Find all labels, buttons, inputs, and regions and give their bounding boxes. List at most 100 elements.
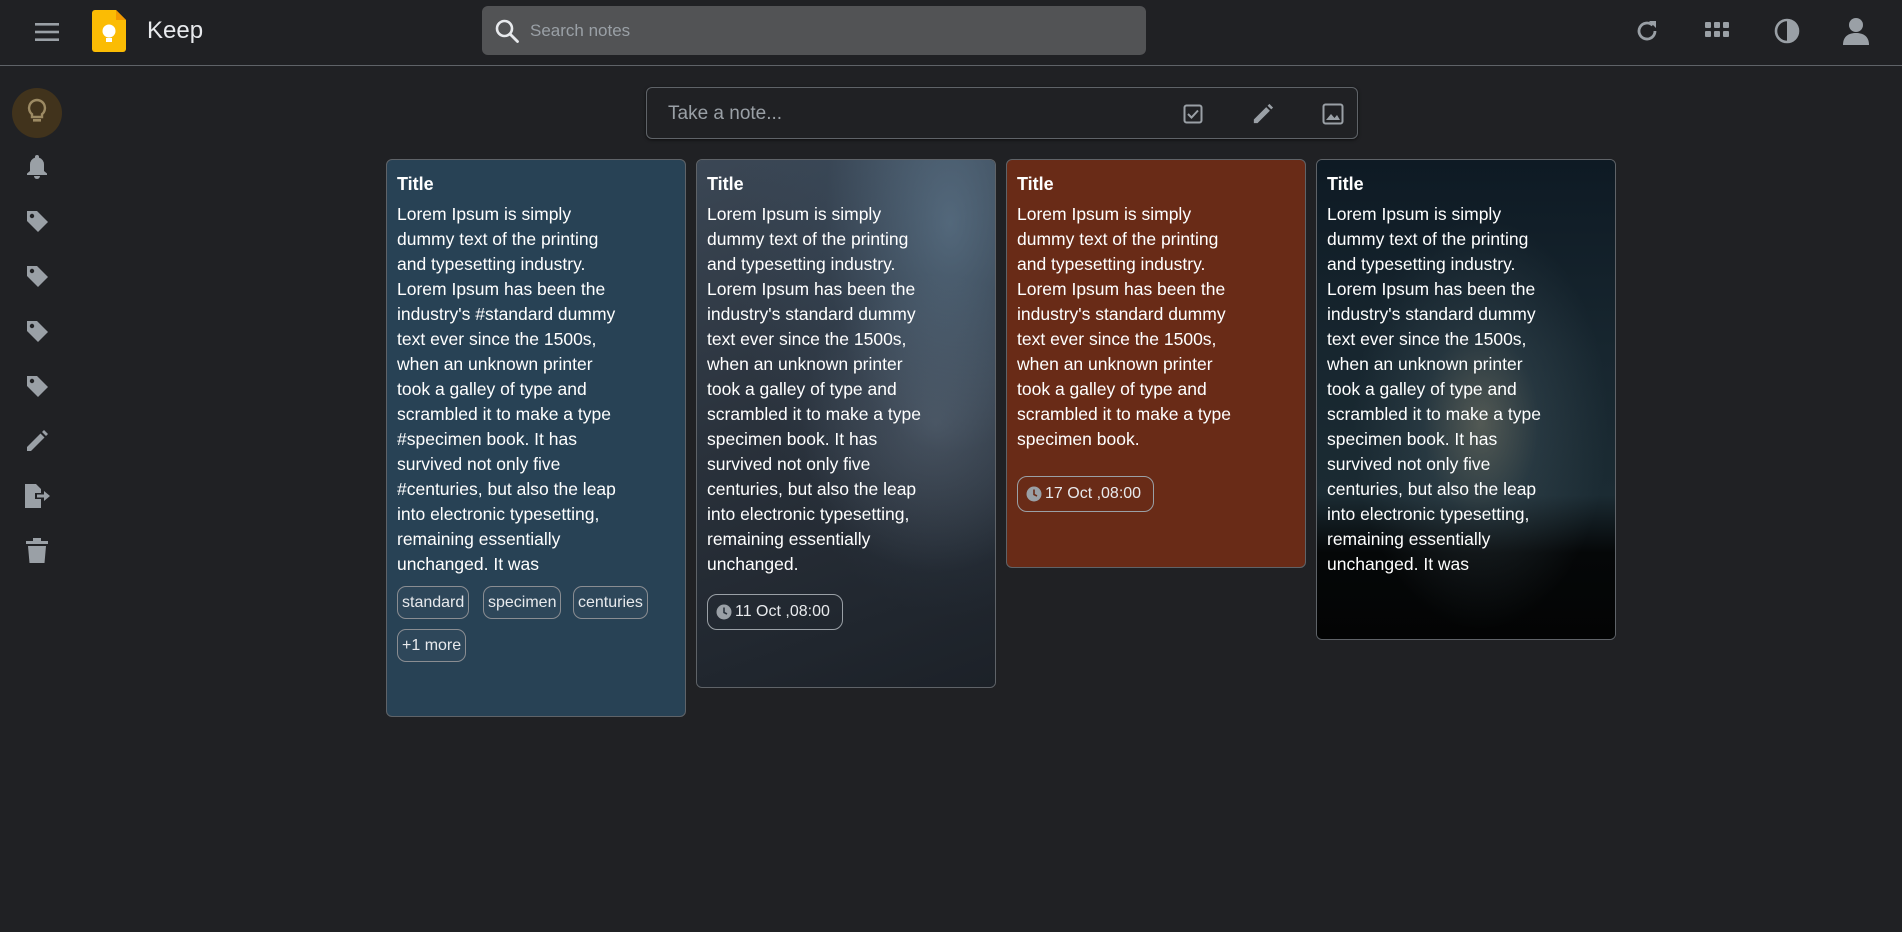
sidebar-item-trash[interactable] xyxy=(12,528,62,578)
note-line: when an unknown printer xyxy=(1017,354,1213,374)
bell-icon xyxy=(26,153,48,184)
sidebar-item-label-1[interactable] xyxy=(12,198,62,248)
apps-grid-icon[interactable] xyxy=(1700,14,1734,48)
account-icon[interactable] xyxy=(1839,14,1873,48)
note-line: centuries, but also the leap xyxy=(1327,479,1537,499)
sidebar-item-label-4[interactable] xyxy=(12,363,62,413)
note-line: #centuries, but also the leap xyxy=(397,479,616,499)
note-line: when an unknown printer xyxy=(707,354,903,374)
more-labels-chip[interactable]: +1 more xyxy=(397,629,467,662)
note-line: industry's standard dummy xyxy=(1327,304,1536,324)
note-body: Lorem Ipsum is simply dummy text of the … xyxy=(707,202,957,577)
note-line: scrambled it to make a type xyxy=(397,404,611,424)
label-icon xyxy=(25,209,49,238)
label-chip[interactable]: centuries xyxy=(573,586,648,619)
sidebar-item-notes[interactable] xyxy=(12,88,62,138)
sidebar-item-reminders[interactable] xyxy=(12,143,62,193)
search-icon[interactable] xyxy=(492,16,522,46)
note-line: unchanged. It was xyxy=(397,554,540,574)
archive-export-icon xyxy=(23,483,51,514)
note-line: industry's #standard dummy xyxy=(397,304,616,324)
search-input[interactable] xyxy=(530,20,1130,41)
search-bar[interactable] xyxy=(482,6,1146,55)
take-note-input[interactable]: Take a note... xyxy=(668,103,782,125)
refresh-icon[interactable] xyxy=(1630,14,1664,48)
note-title: Title xyxy=(397,174,434,194)
lightbulb-icon xyxy=(26,98,48,129)
note-line: Lorem Ipsum is simply xyxy=(1017,204,1192,224)
label-icon xyxy=(25,319,49,348)
sidebar-item-edit-labels[interactable] xyxy=(12,418,62,468)
note-line: survived not only five xyxy=(707,454,871,474)
note-line: and typesetting industry. xyxy=(397,254,586,274)
note-line: remaining essentially xyxy=(707,529,871,549)
note-card[interactable]: Title Lorem Ipsum is simply dummy text o… xyxy=(1006,159,1306,568)
note-line: specimen book. It has xyxy=(1327,429,1498,449)
clock-icon xyxy=(1026,486,1042,502)
note-line: and typesetting industry. xyxy=(1017,254,1206,274)
note-card[interactable]: Title Lorem Ipsum is simply dummy text o… xyxy=(1316,159,1616,640)
note-line: dummy text of the printing xyxy=(397,229,599,249)
sidebar-item-label-3[interactable] xyxy=(12,308,62,358)
trash-icon xyxy=(26,537,48,569)
note-card[interactable]: Title Lorem Ipsum is simply dummy text o… xyxy=(696,159,996,688)
note-body: Lorem Ipsum is simply dummy text of the … xyxy=(1017,202,1267,452)
sidebar-item-label-2[interactable] xyxy=(12,253,62,303)
note-line: text ever since the 1500s, xyxy=(1327,329,1527,349)
note-card[interactable]: Title Lorem Ipsum is simply dummy text o… xyxy=(386,159,686,717)
note-body: Lorem Ipsum is simply dummy text of the … xyxy=(397,202,647,577)
label-chip[interactable]: specimen xyxy=(483,586,562,619)
label-icon xyxy=(25,374,49,403)
reminder-chip[interactable]: 11 Oct ,08:00 xyxy=(707,594,843,630)
note-line: text ever since the 1500s, xyxy=(707,329,907,349)
note-line: #specimen book. It has xyxy=(397,429,577,449)
note-title: Title xyxy=(707,174,744,194)
sidebar xyxy=(0,66,76,932)
theme-contrast-icon[interactable] xyxy=(1770,14,1804,48)
note-line: took a galley of type and xyxy=(1017,379,1207,399)
menu-icon[interactable] xyxy=(30,17,64,47)
note-line: into electronic typesetting, xyxy=(707,504,910,524)
note-line: Lorem Ipsum is simply xyxy=(397,204,572,224)
note-line: Lorem Ipsum has been the xyxy=(1017,279,1226,299)
reminder-text: 11 Oct ,08:00 xyxy=(735,603,830,620)
note-line: when an unknown printer xyxy=(1327,354,1523,374)
note-line: took a galley of type and xyxy=(707,379,897,399)
pencil-icon[interactable] xyxy=(1250,101,1276,127)
app-header: Keep xyxy=(0,0,1902,66)
note-line: dummy text of the printing xyxy=(707,229,909,249)
note-line: remaining essentially xyxy=(397,529,561,549)
note-line: centuries, but also the leap xyxy=(707,479,917,499)
note-line: took a galley of type and xyxy=(397,379,587,399)
keep-logo[interactable] xyxy=(92,10,126,52)
note-line: scrambled it to make a type xyxy=(707,404,921,424)
note-title: Title xyxy=(1327,174,1364,194)
note-line: dummy text of the printing xyxy=(1017,229,1219,249)
note-line: specimen book. xyxy=(1017,429,1140,449)
note-line: scrambled it to make a type xyxy=(1017,404,1231,424)
checkbox-icon[interactable] xyxy=(1180,101,1206,127)
note-line: unchanged. xyxy=(707,554,799,574)
note-line: remaining essentially xyxy=(1327,529,1491,549)
label-chip[interactable]: standard xyxy=(397,586,470,619)
note-line: industry's standard dummy xyxy=(1017,304,1226,324)
note-line: Lorem Ipsum has been the xyxy=(1327,279,1536,299)
take-note-bar[interactable]: Take a note... xyxy=(646,87,1358,139)
note-line: industry's standard dummy xyxy=(707,304,916,324)
note-line: dummy text of the printing xyxy=(1327,229,1529,249)
note-line: unchanged. It was xyxy=(1327,554,1470,574)
note-line: survived not only five xyxy=(397,454,561,474)
note-line: text ever since the 1500s, xyxy=(1017,329,1217,349)
note-title: Title xyxy=(1017,174,1054,194)
note-line: and typesetting industry. xyxy=(707,254,896,274)
note-line: specimen book. It has xyxy=(707,429,878,449)
note-line: and typesetting industry. xyxy=(1327,254,1516,274)
image-icon[interactable] xyxy=(1320,101,1346,127)
note-body: Lorem Ipsum is simply dummy text of the … xyxy=(1327,202,1577,577)
note-line: text ever since the 1500s, xyxy=(397,329,597,349)
reminder-chip[interactable]: 17 Oct ,08:00 xyxy=(1017,476,1155,512)
note-line: Lorem Ipsum is simply xyxy=(1327,204,1502,224)
note-line: Lorem Ipsum has been the xyxy=(707,279,916,299)
label-icon xyxy=(25,264,49,293)
sidebar-item-archive[interactable] xyxy=(12,473,62,523)
